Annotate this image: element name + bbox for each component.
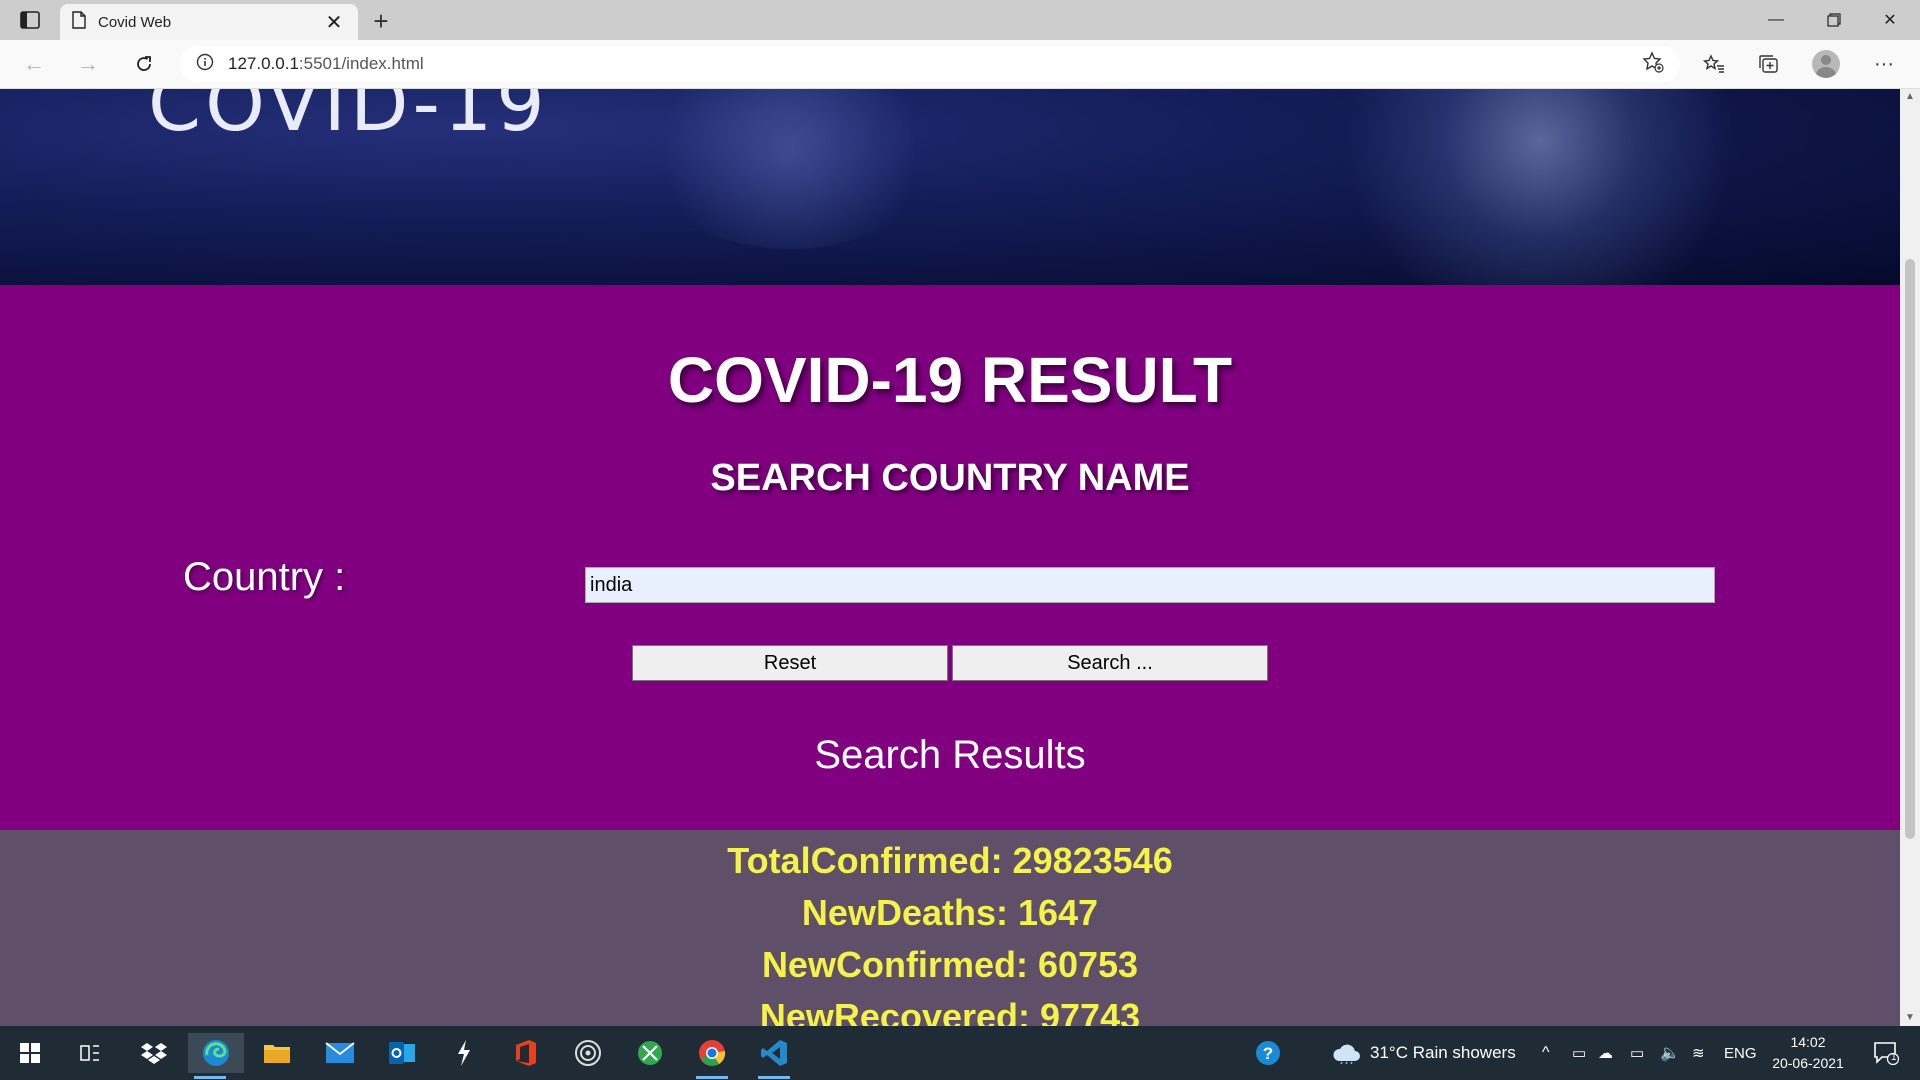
- result-total-confirmed: TotalConfirmed: 29823546: [727, 840, 1173, 881]
- help-icon[interactable]: ?: [1246, 1033, 1290, 1073]
- favorites-icon[interactable]: [1696, 48, 1732, 80]
- scroll-up-icon[interactable]: ▲: [1900, 89, 1920, 105]
- windows-start-icon[interactable]: [8, 1033, 52, 1073]
- info-icon[interactable]: [196, 53, 214, 76]
- restore-button[interactable]: [1806, 0, 1862, 40]
- show-hidden-icons[interactable]: ^: [1542, 1026, 1550, 1080]
- cinema-app-icon[interactable]: [566, 1033, 610, 1073]
- country-input[interactable]: [585, 567, 1715, 603]
- mail-icon[interactable]: [318, 1033, 362, 1073]
- scroll-down-icon[interactable]: ▼: [1900, 1010, 1920, 1026]
- address-bar[interactable]: 127.0.0.1:5501/index.html: [180, 46, 1680, 82]
- scroll-thumb[interactable]: [1905, 259, 1915, 839]
- forward-button[interactable]: →: [70, 48, 106, 80]
- page-scrollbar[interactable]: ▲ ▼: [1900, 89, 1920, 1026]
- svg-text:?: ?: [1263, 1044, 1273, 1063]
- clock[interactable]: 14:02 20-06-2021: [1768, 1032, 1848, 1074]
- task-view-icon[interactable]: [68, 1033, 112, 1073]
- close-tab-icon[interactable]: ✕: [322, 10, 346, 35]
- edge-browser-icon[interactable]: [188, 1033, 244, 1079]
- result-new-confirmed: NewConfirmed: 60753: [761, 944, 1139, 985]
- virus-image: [1320, 89, 1760, 285]
- onedrive-icon[interactable]: ☁: [1598, 1026, 1613, 1080]
- wifi-icon[interactable]: ≋: [1692, 1026, 1705, 1080]
- language-indicator[interactable]: ENG: [1724, 1026, 1757, 1080]
- volume-icon[interactable]: 🔈: [1660, 1026, 1680, 1080]
- hero-banner: COVID-19: [0, 89, 1900, 285]
- notification-count: 1: [1891, 1052, 1897, 1063]
- reset-button[interactable]: Reset: [632, 645, 948, 681]
- search-section: COVID-19 RESULT SEARCH COUNTRY NAME Coun…: [0, 285, 1900, 830]
- office-icon[interactable]: [504, 1033, 548, 1073]
- new-tab-button[interactable]: +: [366, 6, 396, 36]
- clock-date: 20-06-2021: [1772, 1055, 1844, 1071]
- xbox-icon[interactable]: [628, 1033, 672, 1073]
- minimize-button[interactable]: —: [1748, 0, 1804, 40]
- result-new-recovered: NewRecovered: 97743: [759, 996, 1141, 1026]
- url-text: 127.0.0.1:5501/index.html: [228, 54, 424, 73]
- hero-title: COVID-19: [148, 89, 549, 148]
- code-app-icon[interactable]: [442, 1033, 486, 1073]
- country-label: Country :: [183, 555, 346, 599]
- weather-cloud-icon: [1324, 1033, 1368, 1073]
- page-icon: [72, 10, 86, 34]
- vscode-icon[interactable]: [752, 1033, 796, 1079]
- results-title: Search Results: [814, 733, 1086, 777]
- clock-time: 14:02: [1790, 1034, 1826, 1050]
- add-favorite-icon[interactable]: [1642, 50, 1664, 78]
- tab-actions-icon[interactable]: [14, 8, 46, 32]
- profile-icon[interactable]: [1808, 48, 1844, 80]
- outlook-icon[interactable]: [380, 1033, 424, 1073]
- close-window-button[interactable]: ✕: [1862, 0, 1918, 40]
- more-options-icon[interactable]: ···: [1866, 48, 1902, 80]
- tab-strip: Covid Web ✕ + — ✕: [0, 0, 1920, 40]
- address-row: ← → 127.0.0.1:5501/index.html ···: [0, 40, 1920, 89]
- tab-title: Covid Web: [98, 13, 172, 31]
- back-button[interactable]: ←: [16, 48, 52, 80]
- taskbar: ? 31°C Rain showers ^ ▭ ☁ ▭ 🔈 ≋ ENG 14:0…: [0, 1026, 1920, 1080]
- page-title: COVID-19 RESULT: [667, 344, 1233, 416]
- tab-covid-web[interactable]: Covid Web ✕: [60, 4, 358, 40]
- battery-icon[interactable]: ▭: [1630, 1026, 1644, 1080]
- result-new-deaths: NewDeaths: 1647: [801, 892, 1099, 933]
- weather-text[interactable]: 31°C Rain showers: [1370, 1026, 1516, 1080]
- results-panel: TotalConfirmed: 29823546 NewDeaths: 1647…: [0, 830, 1900, 1026]
- file-explorer-icon[interactable]: [255, 1033, 299, 1073]
- refresh-button[interactable]: [126, 48, 162, 80]
- meet-now-icon[interactable]: ▭: [1572, 1026, 1586, 1080]
- page-subtitle: SEARCH COUNTRY NAME: [710, 457, 1190, 499]
- search-button[interactable]: Search ...: [952, 645, 1268, 681]
- collections-icon[interactable]: [1751, 48, 1787, 80]
- notification-center-icon[interactable]: 1: [1864, 1033, 1908, 1073]
- chrome-icon[interactable]: [690, 1033, 734, 1079]
- page-viewport: COVID-19 COVID-19 RESULT SEARCH COUNTRY …: [0, 89, 1900, 1026]
- browser-chrome: Covid Web ✕ + — ✕ ← → 127.0.0.1:5501/ind…: [0, 0, 1920, 89]
- dropbox-icon[interactable]: [132, 1033, 176, 1073]
